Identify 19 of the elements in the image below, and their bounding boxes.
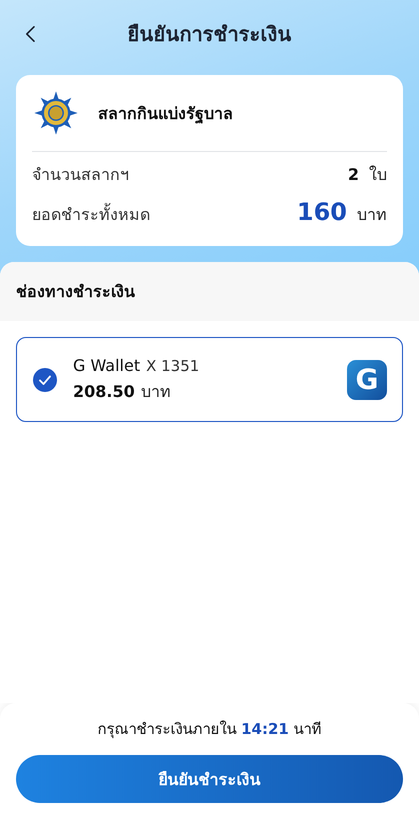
total-amount: 160	[296, 198, 347, 226]
lottery-name: สลากกินแบ่งรัฐบาล	[98, 102, 233, 126]
confirm-payment-button[interactable]: ยืนยันชำระเงิน	[16, 755, 403, 803]
unit-label: บาท	[357, 204, 387, 226]
screen-title: ยืนยันการชำระเงิน	[126, 21, 292, 48]
section-title: ช่องทางชำระเงิน	[16, 281, 135, 303]
unit-label: ใบ	[369, 164, 387, 186]
ticket-count: 2	[348, 165, 359, 184]
row-label: จำนวนสลากฯ	[32, 164, 130, 186]
unit-label: บาท	[140, 380, 171, 402]
payment-deadline: กรุณาชำระเงินภายใน 14:21 นาที	[96, 719, 323, 739]
account-number: X 1351	[146, 356, 200, 374]
wallet-logo: G	[347, 360, 387, 400]
checked-radio-icon	[33, 368, 57, 392]
wallet-balance: 208.50	[73, 382, 135, 400]
payment-option[interactable]: G Wallet X 1351 208.50 บาท G	[16, 337, 403, 422]
row-label: ยอดชำระทั้งหมด	[32, 202, 151, 226]
emblem-icon	[32, 89, 80, 137]
wallet-name: G Wallet	[73, 356, 140, 374]
